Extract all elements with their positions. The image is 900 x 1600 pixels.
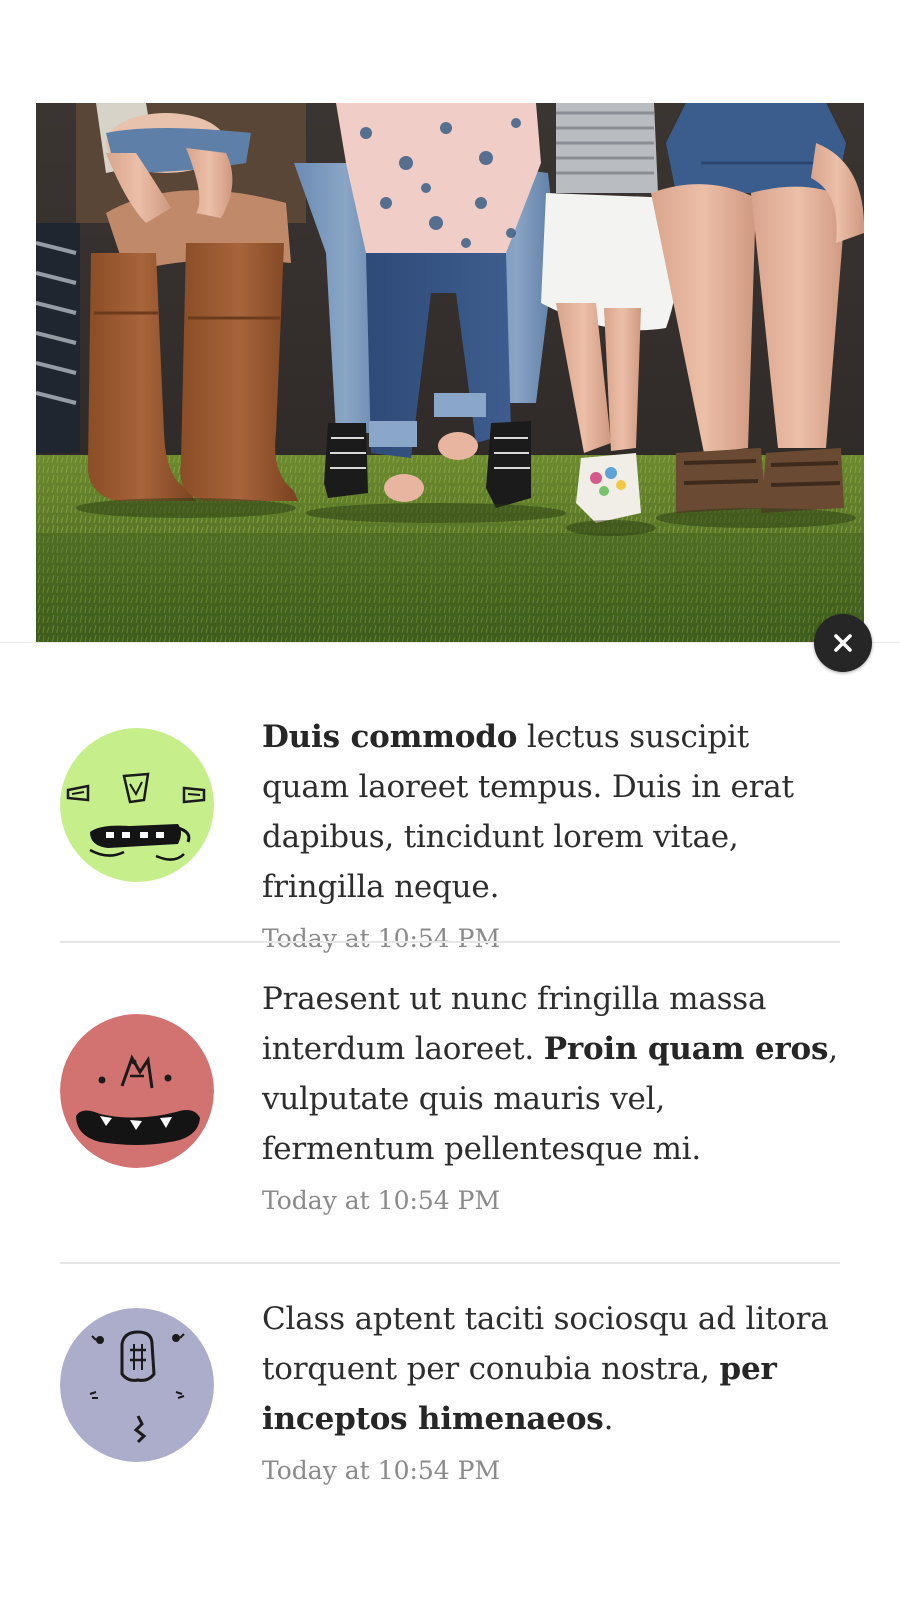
lavender-monster-avatar (60, 1308, 214, 1462)
hero-divider (0, 642, 900, 643)
notification-text: Class aptent taciti sociosqu ad litora t… (262, 1294, 840, 1444)
close-button[interactable] (814, 614, 872, 672)
notification-body: Praesent ut nunc fringilla massa interdu… (262, 974, 840, 1218)
notification-time: Today at 10:54 PM (262, 1456, 501, 1485)
family-photo-image (36, 103, 864, 643)
green-monster-avatar (60, 728, 214, 882)
notification-item[interactable]: Duis commodo lectus suscipit quam laoree… (60, 698, 840, 953)
notification-text-rest: . (603, 1401, 614, 1437)
notification-text: Duis commodo lectus suscipit quam laoree… (262, 712, 840, 912)
hero-photo (36, 103, 864, 643)
notification-item[interactable]: Class aptent taciti sociosqu ad litora t… (60, 1262, 840, 1522)
notification-list: Duis commodo lectus suscipit quam laoree… (60, 698, 840, 1522)
notification-text: Praesent ut nunc fringilla massa interdu… (262, 974, 840, 1174)
notification-text-bold: Duis commodo (262, 719, 518, 755)
close-icon (834, 634, 852, 652)
notification-item[interactable]: Praesent ut nunc fringilla massa interdu… (60, 941, 840, 1262)
notification-text-bold: Proin quam eros (543, 1031, 829, 1067)
notification-time: Today at 10:54 PM (262, 1186, 501, 1215)
red-monster-avatar (60, 1014, 214, 1168)
notification-body: Duis commodo lectus suscipit quam laoree… (262, 712, 840, 956)
notification-body: Class aptent taciti sociosqu ad litora t… (262, 1294, 840, 1488)
